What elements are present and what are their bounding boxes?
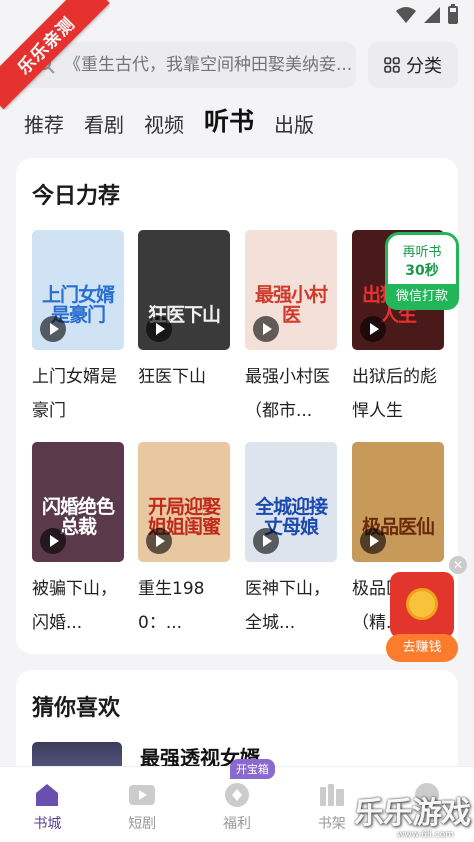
book-cover[interactable]: 闪婚绝色总裁	[32, 442, 124, 562]
nav-item-0[interactable]: 书城	[0, 767, 95, 842]
tab-4[interactable]: 出版	[274, 109, 314, 138]
grid-icon	[384, 57, 400, 73]
book-cover[interactable]: 狂医下山	[138, 230, 230, 350]
site-watermark-url: www.6ll.com	[397, 830, 454, 840]
book-title[interactable]: 医神下山，全城...	[245, 572, 337, 640]
gift-icon	[223, 781, 251, 809]
nav-label: 福利	[222, 816, 251, 832]
book-cover[interactable]: 极品医仙	[352, 442, 444, 562]
signal-icon	[424, 7, 440, 23]
reward-line3: 微信打款	[385, 284, 459, 310]
book-title[interactable]: 出狱后的彪悍人生	[352, 360, 444, 428]
nav-item-1[interactable]: 短剧	[95, 767, 190, 842]
book-title[interactable]: 重生1980：...	[138, 572, 230, 640]
play-icon[interactable]	[360, 528, 386, 554]
book-item[interactable]: 全城迎接丈母娘医神下山，全城...	[245, 442, 337, 640]
corner-watermark-text: 乐乐亲测	[0, 0, 110, 110]
play-icon[interactable]	[253, 528, 279, 554]
book-cover[interactable]: 上门女婿是豪门	[32, 230, 124, 350]
category-label: 分类	[406, 56, 442, 77]
play-icon[interactable]	[360, 316, 386, 342]
book-item[interactable]: 最强小村医最强小村医（都市...	[245, 230, 337, 428]
play-icon	[128, 781, 156, 809]
nav-badge: 开宝箱	[229, 759, 275, 779]
category-button[interactable]: 分类	[368, 42, 458, 88]
section-title: 猜你喜欢	[32, 696, 121, 721]
bookshelf-icon	[318, 781, 346, 809]
tab-3[interactable]: 听书	[204, 102, 254, 138]
listen-reward-widget[interactable]: 再听书 30秒 微信打款	[385, 232, 459, 310]
home-icon	[33, 781, 61, 809]
battery-icon	[448, 4, 458, 24]
play-icon[interactable]	[146, 316, 172, 342]
coin-icon	[406, 588, 438, 620]
tab-1[interactable]: 看剧	[84, 109, 124, 138]
book-item[interactable]: 狂医下山 狂医下山	[138, 230, 230, 428]
book-title[interactable]: 最强小村医（都市...	[245, 360, 337, 428]
book-title[interactable]: 狂医下山	[138, 360, 230, 428]
nav-label: 书城	[33, 816, 62, 832]
book-title[interactable]: 上门女婿是豪门	[32, 360, 124, 428]
book-cover[interactable]: 全城迎接丈母娘	[245, 442, 337, 562]
play-icon[interactable]	[40, 528, 66, 554]
earn-money-label: 去赚钱	[386, 634, 458, 662]
play-icon[interactable]	[253, 316, 279, 342]
book-cover[interactable]: 最强小村医	[245, 230, 337, 350]
play-icon[interactable]	[40, 316, 66, 342]
corner-watermark: 乐乐亲测	[0, 0, 110, 110]
book-title[interactable]: 被骗下山，闪婚...	[32, 572, 124, 640]
tab-0[interactable]: 推荐	[24, 109, 64, 138]
section-title: 今日力荐	[32, 184, 121, 209]
nav-label: 书架	[317, 816, 346, 832]
earn-money-widget[interactable]: 去赚钱	[386, 572, 458, 662]
tab-2[interactable]: 视频	[144, 109, 184, 138]
play-icon[interactable]	[146, 528, 172, 554]
book-item[interactable]: 开局迎娶姐姐闺蜜重生1980：...	[138, 442, 230, 640]
nav-label: 短剧	[128, 816, 157, 832]
reward-line2: 30秒	[405, 263, 439, 279]
reward-line1: 再听书	[402, 245, 442, 260]
wifi-icon	[396, 7, 416, 23]
nav-item-2[interactable]: 福利 开宝箱	[190, 759, 285, 842]
book-cover[interactable]: 开局迎娶姐姐闺蜜	[138, 442, 230, 562]
site-watermark: 乐乐游戏	[354, 796, 471, 831]
book-item[interactable]: 上门女婿是豪门 上门女婿是豪门	[32, 230, 124, 428]
book-item[interactable]: 闪婚绝色总裁被骗下山，闪婚...	[32, 442, 124, 640]
